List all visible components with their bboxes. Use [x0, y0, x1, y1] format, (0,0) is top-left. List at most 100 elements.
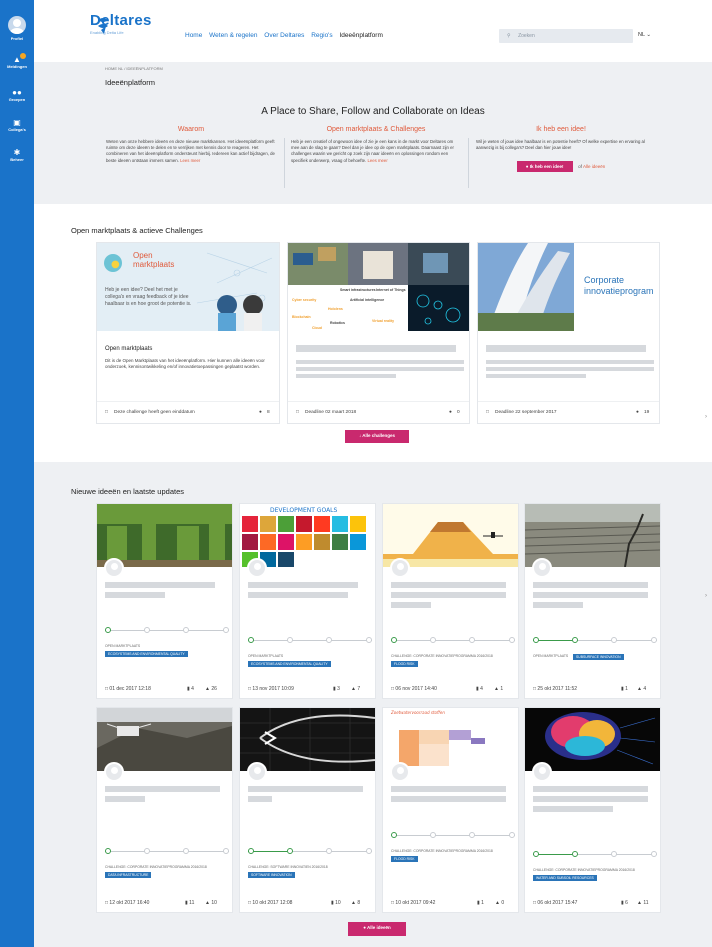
- progress-step: [533, 851, 539, 857]
- placeholder-bar: [533, 786, 648, 792]
- sidebar: Profiel ▲ Meldingen ●● Groepen ▣ Collega…: [0, 0, 34, 947]
- hero-col-idee: Ik heb een idee! Wil je weten of jouw id…: [476, 126, 646, 173]
- challenge-card[interactable]: ● Open marktplaats Heb je een idee? Deel…: [96, 242, 280, 424]
- alle-ideeen-button[interactable]: ● Alle ideeën: [348, 922, 406, 936]
- idea-card[interactable]: Zoetwatervoorraad stoffen CHALLENGE: COR…: [382, 707, 519, 913]
- sidebar-item-profiel[interactable]: Profiel: [0, 16, 34, 41]
- breadcrumb[interactable]: HOME NL / IDEEËNPLATFORM: [105, 66, 163, 71]
- like-count: ▲ 11: [637, 900, 649, 906]
- thumbs-up-icon: ▲: [495, 900, 500, 906]
- lees-meer-link[interactable]: Lees meer: [367, 158, 387, 163]
- sidebar-item-collegas[interactable]: ▣ Collega's: [0, 118, 34, 132]
- progress-step: [572, 637, 578, 643]
- idea-card[interactable]: CHALLENGE: CORPORATE INNOVATIEPROGRAMMA …: [96, 707, 233, 913]
- idea-category[interactable]: OPEN MARKTPLAATS: [105, 644, 140, 648]
- calendar-icon: □: [391, 686, 395, 692]
- bell-icon: ▲: [13, 55, 21, 64]
- idea-card[interactable]: CHALLENGE: CORPORATE INNOVATIEPROGRAMMA …: [382, 503, 519, 699]
- nav-ideeenplatform[interactable]: Ideeënplatform: [340, 32, 383, 39]
- bulb-icon: ●: [636, 410, 639, 415]
- progress-step: [651, 851, 657, 857]
- comment-count: ▮ 10: [331, 900, 341, 906]
- hero-col-text: Heb je een creatief of ongewoon idee of …: [291, 139, 454, 163]
- scroll-right-icon[interactable]: ›: [705, 414, 707, 420]
- tech-tag: Internet of Things: [376, 288, 406, 292]
- idea-category[interactable]: CHALLENGE: SOFTWARE INNOVATIEN 2016/2018: [248, 865, 328, 869]
- tech-tag: Smart infrastructures: [340, 288, 376, 292]
- calendar-icon: □: [105, 686, 109, 692]
- progress-step: [223, 627, 229, 633]
- sidebar-item-groepen[interactable]: ●● Groepen: [0, 88, 34, 102]
- ik-heb-een-idee-button[interactable]: ● Ik heb een idee!: [516, 161, 573, 173]
- idea-theme-tag[interactable]: FLOOD RISK: [391, 661, 418, 667]
- placeholder-bar: [248, 796, 272, 802]
- nav-weten-regelen[interactable]: Weten & regelen: [209, 32, 257, 39]
- sidebar-item-beheer[interactable]: ✱ Beheer: [0, 148, 34, 162]
- sidebar-item-meldingen[interactable]: ▲ Meldingen: [0, 53, 34, 69]
- progress-step: [572, 851, 578, 857]
- placeholder-bar: [486, 374, 586, 378]
- nav-home[interactable]: Home: [185, 32, 202, 39]
- thumbs-up-icon: ▲: [637, 686, 642, 692]
- idea-progress: [105, 627, 229, 633]
- logo-wave-icon: [98, 18, 108, 34]
- search-input[interactable]: ⚲ Zoeken: [499, 29, 633, 43]
- idea-theme-tag[interactable]: ECOSYSTEMS AND ENVIRONMENTAL QUALITY: [105, 651, 188, 657]
- idea-theme-tag[interactable]: SOFTWARE INNOVATION: [248, 872, 295, 878]
- placeholder-bar: [486, 345, 646, 352]
- hero-col-text: Weten van onze hebbere ideeën en deze ni…: [106, 139, 275, 163]
- language-value: NL: [638, 32, 645, 38]
- language-select[interactable]: NL ⌄: [638, 32, 651, 38]
- comment-count: ▮ 4: [476, 686, 483, 692]
- challenge-card[interactable]: Smart infrastructures Internet of Things…: [287, 242, 470, 424]
- idea-theme-tag[interactable]: ECOSYSTEMS AND ENVIRONMENTAL QUALITY: [248, 661, 331, 667]
- idea-category[interactable]: OPEN MARKTPLAATS: [248, 654, 283, 658]
- alle-challenges-button[interactable]: ↓ Alle challenges: [345, 430, 409, 443]
- lees-meer-link[interactable]: Lees meer: [180, 158, 200, 163]
- technology-collage: [288, 243, 469, 331]
- chevron-down-icon: ⌄: [646, 32, 651, 38]
- calendar-icon: □: [105, 900, 109, 906]
- idea-card[interactable]: CHALLENGE: SOFTWARE INNOVATIEN 2016/2018…: [239, 707, 376, 913]
- idea-date: □ 25 okt 2017 11:52: [533, 686, 578, 692]
- challenge-image: Smart infrastructures Internet of Things…: [288, 243, 469, 331]
- page-title: Ideeënplatform: [105, 78, 156, 87]
- thumbs-up-icon: ▲: [351, 900, 356, 906]
- challenge-card[interactable]: Corporate innovatieprogram □ Deadline 22…: [477, 242, 660, 424]
- idea-theme-tag[interactable]: DATA INFRASTRUCTURE: [105, 872, 152, 878]
- placeholder-bar: [105, 786, 220, 792]
- search-placeholder: Zoeken: [518, 33, 535, 39]
- comment-count: ▮ 1: [621, 686, 628, 692]
- like-count: ▲ 10: [205, 900, 217, 906]
- nav-over-deltares[interactable]: Over Deltares: [264, 32, 304, 39]
- placeholder-bar: [533, 796, 648, 802]
- idea-theme-tag[interactable]: WATER AND SUBSOIL RESOURCES: [533, 875, 597, 881]
- calendar-icon: □: [105, 410, 108, 415]
- placeholder-bar: [296, 345, 456, 352]
- scroll-right-icon[interactable]: ›: [705, 593, 707, 599]
- idea-theme-tag[interactable]: SUBSURFACE INNOVATION: [573, 654, 624, 660]
- thumbs-up-icon: ▲: [494, 686, 499, 692]
- idea-category[interactable]: CHALLENGE: CORPORATE INNOVATIEPROGRAMMA …: [533, 868, 635, 872]
- sidebar-item-label: Groepen: [8, 97, 26, 102]
- idea-progress: [105, 848, 229, 854]
- like-count: ▲ 8: [351, 900, 361, 906]
- idea-category[interactable]: CHALLENGE: CORPORATE INNOVATIEPROGRAMMA …: [391, 654, 493, 658]
- nav-regios[interactable]: Regio's: [311, 32, 332, 39]
- idea-category[interactable]: CHALLENGE: CORPORATE INNOVATIEPROGRAMMA …: [391, 849, 493, 853]
- idea-category[interactable]: OPEN MARKTPLAATS: [533, 654, 568, 658]
- alle-ideeen-link[interactable]: Alle ideeën: [583, 164, 605, 169]
- progress-step: [366, 637, 372, 643]
- idea-card[interactable]: OPEN MARKTPLAATS ECOSYSTEMS AND ENVIRONM…: [96, 503, 233, 699]
- tech-tag: Artificial intelligence: [350, 298, 385, 302]
- idea-theme-tag[interactable]: FLOOD RISK: [391, 856, 418, 862]
- card-footer: □ Deadline 02 maart 2018 ● 0: [288, 401, 469, 423]
- idea-card[interactable]: DEVELOPMENT GOALS OPEN MARKTPLAATS ECOSY…: [239, 503, 376, 699]
- idea-card[interactable]: OPEN MARKTPLAATS SUBSURFACE INNOVATION □…: [524, 503, 661, 699]
- idea-card[interactable]: CHALLENGE: CORPORATE INNOVATIEPROGRAMMA …: [524, 707, 661, 913]
- hero-col-heading: Ik heb een idee!: [536, 126, 586, 133]
- progress-step: [430, 832, 436, 838]
- divider: [468, 138, 469, 188]
- idea-category[interactable]: CHALLENGE: CORPORATE INNOVATIEPROGRAMMA …: [105, 865, 207, 869]
- tech-tag: Hololens: [328, 307, 343, 311]
